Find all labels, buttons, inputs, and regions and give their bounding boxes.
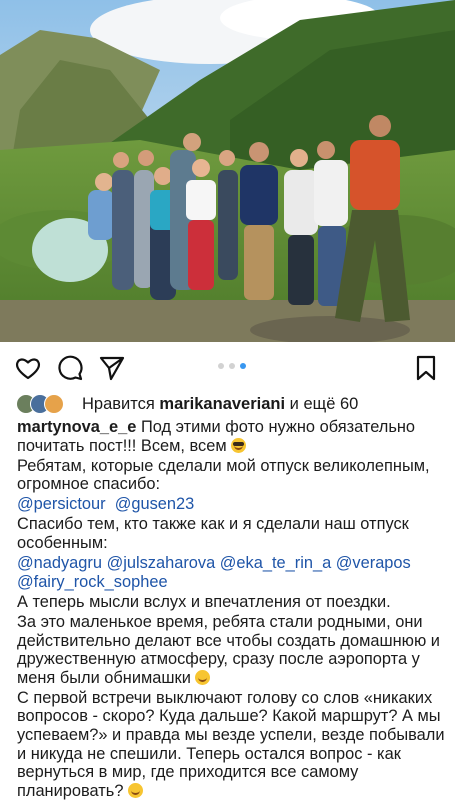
likes-text[interactable]: Нравится marikanaveriani и ещё 60	[82, 394, 358, 414]
mention-link[interactable]: @fairy_rock_sophee	[17, 573, 168, 591]
smiling-face-icon	[195, 669, 211, 685]
mention-link[interactable]: @julszaharova	[107, 554, 216, 572]
liker-username[interactable]: marikanaveriani	[159, 395, 285, 413]
post-actions-bar	[0, 350, 455, 386]
caption-text: За это маленькое время, ребята стали род…	[17, 612, 440, 687]
mention-link[interactable]: @gusen23	[115, 495, 195, 513]
avatar	[44, 394, 64, 414]
mention-link[interactable]: @nadyagru	[17, 554, 102, 572]
carousel-dot[interactable]	[229, 363, 235, 369]
caption-username[interactable]: martynova_e_e	[17, 418, 136, 436]
mention-link[interactable]: @persictour	[17, 495, 106, 513]
post-caption: martynova_e_e Под этими фото нужно обяза…	[17, 418, 445, 802]
likes-prefix: Нравится	[82, 395, 155, 413]
likes-count[interactable]: и ещё 60	[290, 395, 359, 413]
mention-link[interactable]: @verapos	[336, 554, 411, 572]
face-with-tears-of-joy-icon	[128, 782, 143, 798]
caption-text: Ребятам, которые сделали мой отпуск вели…	[17, 456, 430, 494]
heart-icon[interactable]	[14, 354, 42, 382]
carousel-dot[interactable]	[218, 363, 224, 369]
bookmark-icon[interactable]	[412, 354, 440, 382]
caption-text: Спасибо тем, кто также как и я сделали н…	[17, 515, 409, 553]
share-icon[interactable]	[98, 354, 126, 382]
caption-text: А теперь мысли вслух и впечатления от по…	[17, 592, 391, 611]
smiling-face-with-sunglasses-icon	[231, 437, 247, 453]
post-photo[interactable]	[0, 0, 455, 342]
comment-icon[interactable]	[56, 354, 84, 382]
liker-avatars[interactable]	[16, 394, 76, 414]
caption-text: С первой встречи выключают голову со сло…	[17, 688, 445, 800]
carousel-indicator	[218, 363, 246, 369]
mention-link[interactable]: @eka_te_rin_a	[220, 554, 331, 572]
likes-row: Нравится marikanaveriani и ещё 60	[0, 392, 455, 416]
carousel-dot-active[interactable]	[240, 363, 246, 369]
